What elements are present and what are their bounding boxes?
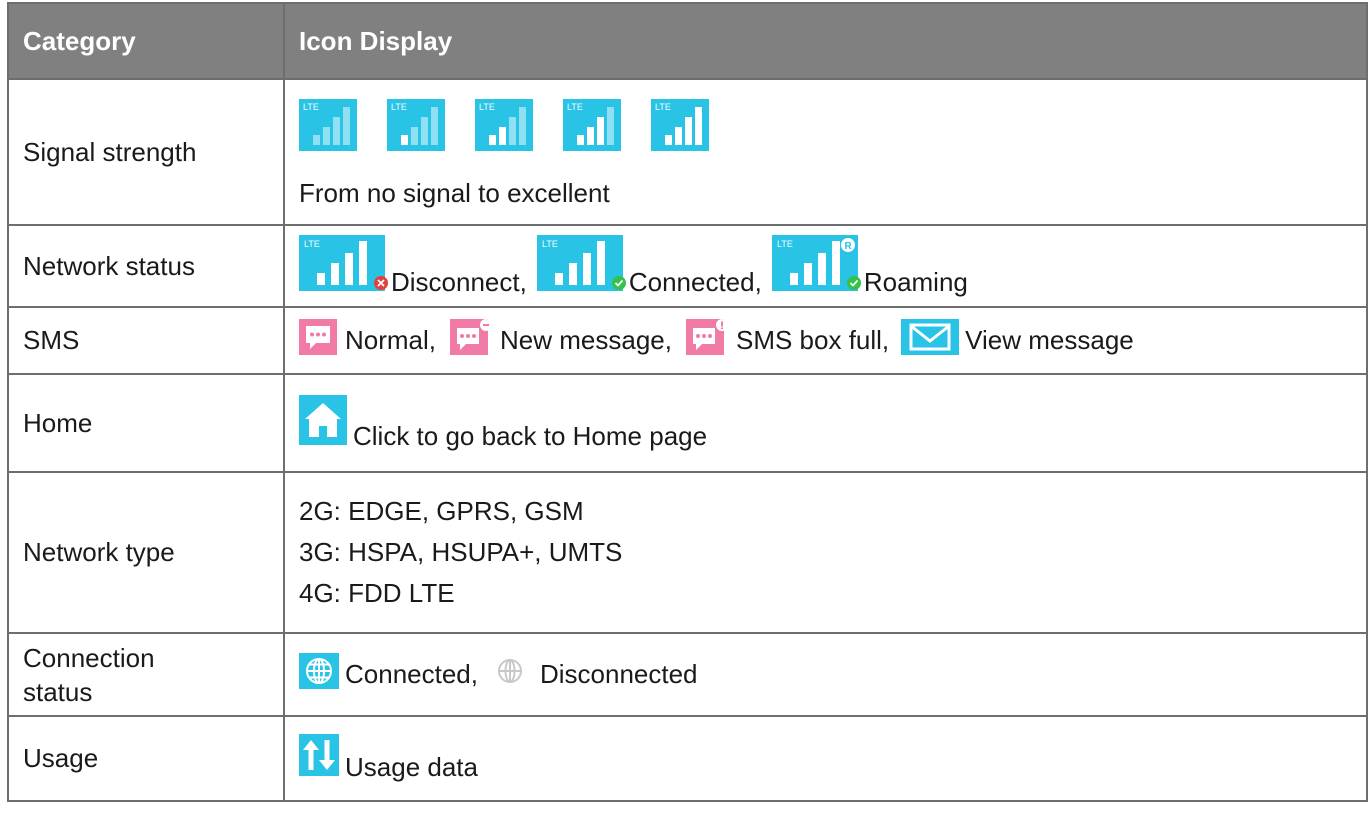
cell-icons: LTE Disconnect, LTE Connected, LTE R Roa… — [283, 224, 1368, 308]
network-type-4g: 4G: FDD LTE — [299, 578, 455, 608]
signal-bar — [587, 127, 594, 145]
signal-bar — [499, 127, 506, 145]
cell-category: Network status — [7, 224, 285, 308]
row-connection-status: Connection status Connected, Disconnecte… — [7, 632, 1368, 717]
svg-text:R: R — [844, 241, 852, 252]
category-line-2: status — [23, 676, 93, 707]
usage-description: Usage data — [345, 752, 478, 782]
signal-bar — [313, 135, 320, 145]
signal-level-1-icon: LTE — [387, 99, 445, 158]
header-icon-display: Icon Display — [283, 2, 1368, 80]
signal-level-0-icon: LTE — [299, 99, 357, 158]
network-roaming-icon: LTE R — [771, 234, 864, 298]
category-line-1: Connection — [23, 642, 155, 673]
cell-icons: Connected, Disconnected — [283, 632, 1368, 717]
signal-lte-label: LTE — [655, 102, 671, 112]
header-row: Category Icon Display — [7, 2, 1368, 80]
cell-category: Network type — [7, 471, 285, 634]
signal-bar — [665, 135, 672, 145]
signal-bar — [421, 117, 428, 145]
icon-reference-table: Category Icon Display Signal strength LT… — [7, 2, 1368, 802]
cell-category: SMS — [7, 306, 285, 375]
signal-lte-label: LTE — [567, 102, 583, 112]
signal-level-3-icon: LTE — [563, 99, 621, 158]
cell-icons: LTE LTE LTE LTE LTE From no signal to ex… — [283, 78, 1368, 226]
signal-icon-row: LTE LTE LTE LTE LTE — [299, 99, 1352, 158]
sms-box-full-icon — [685, 319, 730, 362]
header-category: Category — [7, 2, 285, 80]
row-home: Home Click to go back to Home page — [7, 373, 1368, 473]
signal-bar — [685, 117, 692, 145]
svg-text:LTE: LTE — [304, 239, 320, 249]
signal-bar — [401, 135, 408, 145]
cell-category: Home — [7, 373, 285, 473]
row-usage: Usage Usage data — [7, 715, 1368, 802]
signal-lte-label: LTE — [391, 102, 407, 112]
network-disconnect-label: Disconnect, — [391, 266, 527, 297]
sms-box-full-label: SMS box full, — [735, 325, 890, 355]
signal-lte-label: LTE — [303, 102, 319, 112]
cell-icons: Normal, New message, SMS box full, View … — [283, 306, 1368, 375]
signal-bar — [577, 135, 584, 145]
signal-bar — [597, 117, 604, 145]
cell-category: Connection status — [7, 632, 285, 717]
signal-bar — [695, 107, 702, 145]
signal-level-4-icon: LTE — [651, 99, 709, 158]
svg-text:LTE: LTE — [777, 239, 793, 249]
signal-bar — [509, 117, 516, 145]
row-network-status: Network status LTE Disconnect, LTE Conne… — [7, 224, 1368, 308]
row-network-type: Network type 2G: EDGE, GPRS, GSM 3G: HSP… — [7, 471, 1368, 634]
signal-bar — [431, 107, 438, 145]
signal-bar — [411, 127, 418, 145]
globe-connected-icon — [299, 653, 339, 696]
network-type-3g: 3G: HSPA, HSUPA+, UMTS — [299, 537, 623, 567]
network-connected-icon: LTE — [536, 234, 629, 298]
cell-values: 2G: EDGE, GPRS, GSM 3G: HSPA, HSUPA+, UM… — [283, 471, 1368, 634]
cell-icons: Click to go back to Home page — [283, 373, 1368, 473]
signal-bar — [343, 107, 350, 145]
connection-connected-label: Connected, — [345, 659, 478, 689]
network-disconnect-icon: LTE — [299, 234, 391, 298]
sms-normal-label: Normal, — [345, 325, 437, 355]
signal-bar — [607, 107, 614, 145]
signal-bar — [333, 117, 340, 145]
cell-category: Signal strength — [7, 78, 285, 226]
svg-text:LTE: LTE — [542, 239, 558, 249]
usage-arrows-icon[interactable] — [299, 734, 339, 783]
view-message-label: View message — [965, 325, 1134, 355]
home-icon[interactable] — [299, 394, 347, 452]
sms-new-message-label: New message, — [500, 325, 672, 355]
signal-lte-label: LTE — [479, 102, 495, 112]
cell-category: Usage — [7, 715, 285, 802]
network-roaming-label: Roaming — [863, 266, 968, 297]
signal-level-2-icon: LTE — [475, 99, 533, 158]
cell-icons: Usage data — [283, 715, 1368, 802]
globe-disconnected-icon — [494, 655, 526, 694]
sms-normal-icon — [299, 319, 339, 362]
signal-bar — [323, 127, 330, 145]
signal-caption: From no signal to excellent — [299, 178, 610, 208]
sms-new-message-icon — [450, 319, 494, 362]
row-sms: SMS Normal, New message, SMS box full, V… — [7, 306, 1368, 375]
connection-disconnected-label: Disconnected — [539, 659, 698, 689]
signal-bar — [489, 135, 496, 145]
network-connected-label: Connected, — [628, 266, 762, 297]
network-type-2g: 2G: EDGE, GPRS, GSM — [299, 496, 584, 526]
home-description: Click to go back to Home page — [353, 420, 708, 451]
signal-bar — [519, 107, 526, 145]
view-message-envelope-icon[interactable] — [901, 319, 960, 362]
row-signal-strength: Signal strength LTE LTE LTE LTE LTE From… — [7, 78, 1368, 226]
signal-bar — [675, 127, 682, 145]
